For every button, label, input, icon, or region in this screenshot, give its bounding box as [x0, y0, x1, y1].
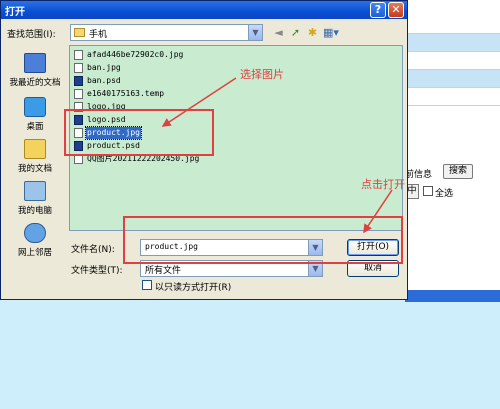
network-places-icon	[24, 223, 46, 243]
background-row	[405, 52, 500, 70]
readonly-label: 以只读方式打开(R)	[155, 283, 232, 293]
background-row	[405, 16, 500, 34]
temp-file-icon	[74, 89, 83, 99]
dialog-title: 打开	[5, 7, 25, 18]
close-button[interactable]: ✕	[388, 2, 404, 18]
place-label: 我最近的文档	[9, 78, 61, 88]
place-network[interactable]: 网上邻居	[5, 220, 65, 260]
image-file-icon	[74, 63, 83, 73]
file-name: ban.psd	[87, 76, 121, 85]
filetype-value: 所有文件	[145, 266, 182, 276]
my-computer-icon	[24, 181, 46, 201]
filename-label: 文件名(N):	[71, 245, 115, 255]
place-label: 我的电脑	[17, 206, 52, 216]
place-my-computer[interactable]: 我的电脑	[5, 178, 65, 218]
lookin-dropdown[interactable]: 手机 ▼	[70, 24, 263, 41]
background-search-button[interactable]: 搜索	[443, 164, 473, 179]
select-all-label: 全选	[435, 189, 454, 199]
annotation-box-files	[64, 109, 214, 156]
lookin-value: 手机	[89, 30, 108, 40]
folder-icon	[74, 28, 85, 37]
help-button[interactable]: ?	[370, 2, 386, 18]
new-folder-icon[interactable]: ✱	[305, 25, 320, 40]
background-search-label: 前信息	[405, 170, 433, 180]
dialog-titlebar[interactable]: 打开 ? ✕	[1, 1, 407, 19]
back-icon[interactable]: ◄	[271, 25, 286, 40]
annotation-click-open: 点击打开	[361, 178, 405, 191]
image-file-icon	[74, 50, 83, 60]
recent-documents-icon	[24, 53, 46, 73]
background-row	[405, 34, 500, 52]
file-name: e1640175163.temp	[87, 89, 165, 98]
place-desktop[interactable]: 桌面	[5, 94, 65, 134]
background-blue-bar	[405, 290, 500, 302]
chevron-down-icon[interactable]: ▼	[248, 25, 262, 40]
annotation-box-open	[123, 216, 403, 264]
place-label: 桌面	[26, 122, 44, 132]
places-bar: 我最近的文档 桌面 我的文档 我的电脑 网上邻居	[5, 46, 65, 258]
background-rows	[405, 16, 500, 106]
place-label: 我的文档	[17, 164, 52, 174]
lookin-label: 查找范围(I):	[7, 30, 56, 40]
file-name: ban.jpg	[87, 63, 121, 72]
select-all-checkbox[interactable]	[423, 186, 433, 196]
filetype-label: 文件类型(T):	[71, 266, 123, 276]
place-label: 网上邻居	[17, 248, 52, 258]
view-menu-icon[interactable]: ▦▾	[323, 25, 339, 40]
up-folder-icon[interactable]: ➚	[288, 25, 303, 40]
my-documents-icon	[24, 139, 46, 159]
file-name: afad446be72902c0.jpg	[87, 50, 184, 59]
place-my-documents[interactable]: 我的文档	[5, 136, 65, 176]
annotation-select-image: 选择图片	[240, 68, 284, 81]
background-row	[405, 70, 500, 88]
desktop-icon	[24, 97, 46, 117]
place-recent[interactable]: 我最近的文档	[5, 50, 65, 90]
photoshop-file-icon	[74, 76, 83, 86]
readonly-checkbox[interactable]	[142, 280, 152, 290]
background-row	[405, 88, 500, 106]
